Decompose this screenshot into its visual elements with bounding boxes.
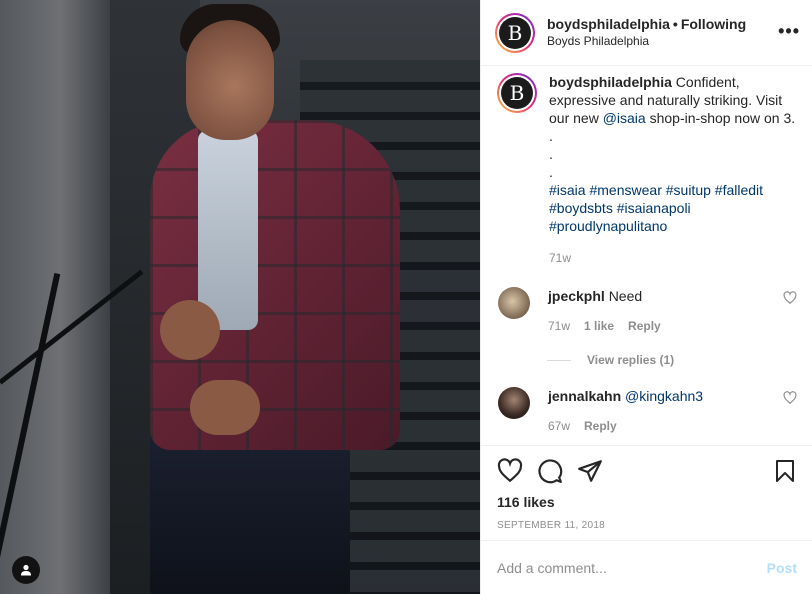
photo-shirt <box>198 130 258 330</box>
post-actions: 116 likes SEPTEMBER 11, 2018 <box>481 445 812 531</box>
comment-meta: 71w 1 like Reply <box>548 317 778 335</box>
comment-item: jennalkahn @kingkahn3 67w Reply <box>497 387 797 435</box>
separator-dot: • <box>672 15 678 32</box>
likes-count[interactable]: 116 likes <box>497 494 797 510</box>
caption-dot: . <box>549 146 553 162</box>
bookmark-icon[interactable] <box>773 458 797 484</box>
avatar[interactable]: B <box>495 12 535 53</box>
avatar-logo: B <box>501 77 533 109</box>
photo-head <box>186 20 274 140</box>
photo-hand <box>190 380 260 435</box>
caption-dot: . <box>549 164 553 180</box>
post-date[interactable]: SEPTEMBER 11, 2018 <box>497 520 797 531</box>
following-button[interactable]: Following <box>681 16 746 32</box>
add-comment-bar: Post <box>481 540 812 594</box>
like-comment-heart-icon[interactable] <box>783 291 797 305</box>
hashtag-link[interactable]: #isaianapoli <box>617 200 691 216</box>
comment-username[interactable]: jpeckphl <box>548 288 605 304</box>
more-options-icon[interactable]: ••• <box>778 21 800 42</box>
comments-section[interactable]: B boydsphiladelphia Confident, expressiv… <box>481 67 812 445</box>
hashtags: #isaia #menswear #suitup #falledit #boyd… <box>549 181 797 235</box>
comment-input[interactable] <box>497 559 767 576</box>
comment-time[interactable]: 67w <box>548 417 570 435</box>
reply-button[interactable]: Reply <box>628 317 661 335</box>
hashtag-link[interactable]: #boydsbts <box>549 200 613 216</box>
caption-body: boydsphiladelphia Confident, expressive … <box>549 73 797 267</box>
username-link[interactable]: boydsphiladelphia <box>547 16 670 32</box>
photo-trousers <box>150 430 350 594</box>
photo-jacket <box>150 120 400 450</box>
hashtag-link[interactable]: #menswear <box>589 182 661 198</box>
post-photo[interactable] <box>0 0 480 594</box>
hashtag-link[interactable]: #proudlynapulitano <box>549 218 667 234</box>
action-icons <box>497 456 797 486</box>
person-icon <box>21 564 31 576</box>
mention-link[interactable]: @kingkahn3 <box>625 388 703 404</box>
comment-likes[interactable]: 1 like <box>584 317 614 335</box>
comment-item: jpeckphl Need 71w 1 like Reply <box>497 287 797 335</box>
comment-username[interactable]: jennalkahn <box>548 388 621 404</box>
comment-meta: 67w Reply <box>548 417 778 435</box>
caption-time[interactable]: 71w <box>549 249 797 267</box>
post-button[interactable]: Post <box>767 560 797 576</box>
comment-body: jpeckphl Need 71w 1 like Reply <box>548 287 778 335</box>
like-comment-heart-icon[interactable] <box>783 391 797 405</box>
comment-text: Need <box>608 288 643 304</box>
location-link[interactable]: Boyds Philadelphia <box>547 33 746 50</box>
header-text: boydsphiladelphia • Following Boyds Philad… <box>547 16 746 50</box>
view-replies-label: View replies (1) <box>587 353 675 367</box>
hashtag-link[interactable]: #isaia <box>549 182 586 198</box>
avatar[interactable] <box>498 387 530 419</box>
hashtag-link[interactable]: #falledit <box>715 182 763 198</box>
caption-username[interactable]: boydsphiladelphia <box>549 74 672 90</box>
hashtag-link[interactable]: #suitup <box>666 182 711 198</box>
caption-text: shop-in-shop now on 3. <box>645 110 796 126</box>
replies-line <box>547 359 571 361</box>
post-header: B boydsphiladelphia • Following Boyds Phil… <box>481 0 812 66</box>
heart-icon[interactable] <box>497 458 523 484</box>
caption: B boydsphiladelphia Confident, expressiv… <box>497 67 797 267</box>
avatar[interactable] <box>498 287 530 319</box>
avatar-logo: B <box>499 16 531 49</box>
reply-button[interactable]: Reply <box>584 417 617 435</box>
comment-icon[interactable] <box>537 458 563 484</box>
view-replies-button[interactable]: View replies (1) <box>547 353 797 367</box>
share-icon[interactable] <box>577 458 603 484</box>
post-details-panel: B boydsphiladelphia • Following Boyds Phil… <box>480 0 812 594</box>
tagged-user-icon[interactable] <box>12 556 40 584</box>
comment-body: jennalkahn @kingkahn3 67w Reply <box>548 387 778 435</box>
caption-dot: . <box>549 128 553 144</box>
mention-link[interactable]: @isaia <box>603 110 646 126</box>
comment-time[interactable]: 71w <box>548 317 570 335</box>
avatar[interactable]: B <box>497 73 537 113</box>
photo-hand <box>160 300 220 360</box>
